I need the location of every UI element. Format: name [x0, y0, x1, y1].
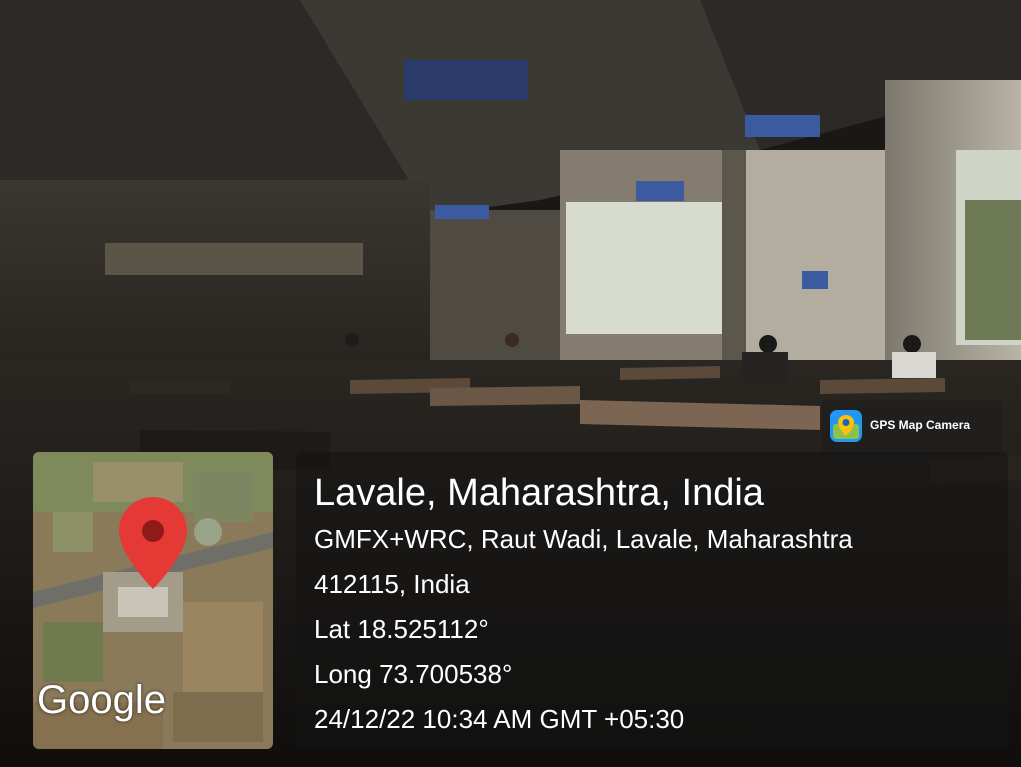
location-info-panel: Lavale, Maharashtra, India GMFX+WRC, Rau… — [296, 452, 1008, 749]
address-line-1: GMFX+WRC, Raut Wadi, Lavale, Maharashtra — [314, 524, 853, 554]
badge-label: GPS Map Camera — [870, 418, 971, 432]
date-time: 24/12/22 10:34 AM GMT +05:30 — [314, 704, 685, 734]
location-title: Lavale, Maharashtra, India — [314, 472, 764, 514]
latitude: Lat 18.525112° — [314, 614, 489, 644]
address-line-2: 412115, India — [314, 569, 470, 599]
longitude: Long 73.700538° — [314, 659, 513, 689]
map-pin-app-icon — [830, 410, 862, 442]
map-thumbnail: Google — [33, 452, 273, 749]
google-logo: Google — [37, 678, 166, 722]
map-pin-icon — [119, 497, 187, 589]
gps-map-camera-badge: GPS Map Camera — [822, 400, 1002, 456]
